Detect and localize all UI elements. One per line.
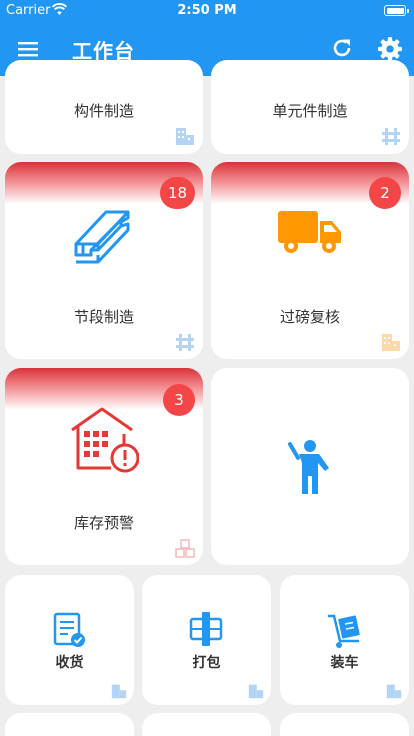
tile-label: 单元件制造 xyxy=(272,102,348,120)
package-icon xyxy=(189,612,223,646)
warehouse-alert-icon xyxy=(71,407,139,473)
tile-label: 库存预警 xyxy=(73,514,134,532)
settings-icon[interactable] xyxy=(377,36,403,62)
structure-icon xyxy=(176,334,194,351)
building-icon xyxy=(176,128,194,145)
tile-label: 节段制造 xyxy=(73,308,134,326)
clock: 2:50 PM xyxy=(177,3,237,18)
notification-badge: 2 xyxy=(369,177,401,209)
notification-badge: 3 xyxy=(163,384,195,416)
tile-label: 装车 xyxy=(330,655,359,671)
tile-receive[interactable]: 收货 xyxy=(5,575,134,705)
tile-label: 打包 xyxy=(192,655,221,671)
tile-person[interactable] xyxy=(211,368,409,565)
building-icon xyxy=(248,684,264,699)
steel-beam-icon xyxy=(74,210,130,264)
tile-partial[interactable] xyxy=(280,713,409,736)
boxes-icon xyxy=(175,539,195,558)
hand-truck-icon xyxy=(328,614,360,648)
tile-partial[interactable] xyxy=(5,713,134,736)
structure-icon xyxy=(382,128,400,145)
status-bar: Carrier 2:50 PM xyxy=(0,0,414,22)
building-icon xyxy=(382,334,400,351)
tile-label: 过磅复核 xyxy=(279,308,340,326)
tile-inventory[interactable]: 3 库存预警 xyxy=(5,368,203,565)
tile-partial[interactable] xyxy=(142,713,271,736)
truck-icon xyxy=(278,211,341,253)
menu-icon[interactable] xyxy=(16,37,40,61)
tile-segment[interactable]: 18 节段制造 xyxy=(5,162,203,359)
tile-unit[interactable]: 单元件制造 xyxy=(211,60,409,154)
building-icon xyxy=(111,684,127,699)
receipt-check-icon xyxy=(53,612,85,647)
battery-icon xyxy=(384,5,409,16)
tile-pack[interactable]: 打包 xyxy=(142,575,271,705)
tile-load[interactable]: 装车 xyxy=(280,575,409,705)
tile-label: 收货 xyxy=(55,655,84,671)
person-waving-icon xyxy=(288,440,329,494)
tile-label: 构件制造 xyxy=(73,102,134,120)
notification-badge: 18 xyxy=(160,177,196,209)
tile-component[interactable]: 构件制造 xyxy=(5,60,203,154)
refresh-icon[interactable] xyxy=(330,36,354,60)
building-icon xyxy=(386,684,402,699)
tile-weigh[interactable]: 2 过磅复核 xyxy=(211,162,409,359)
